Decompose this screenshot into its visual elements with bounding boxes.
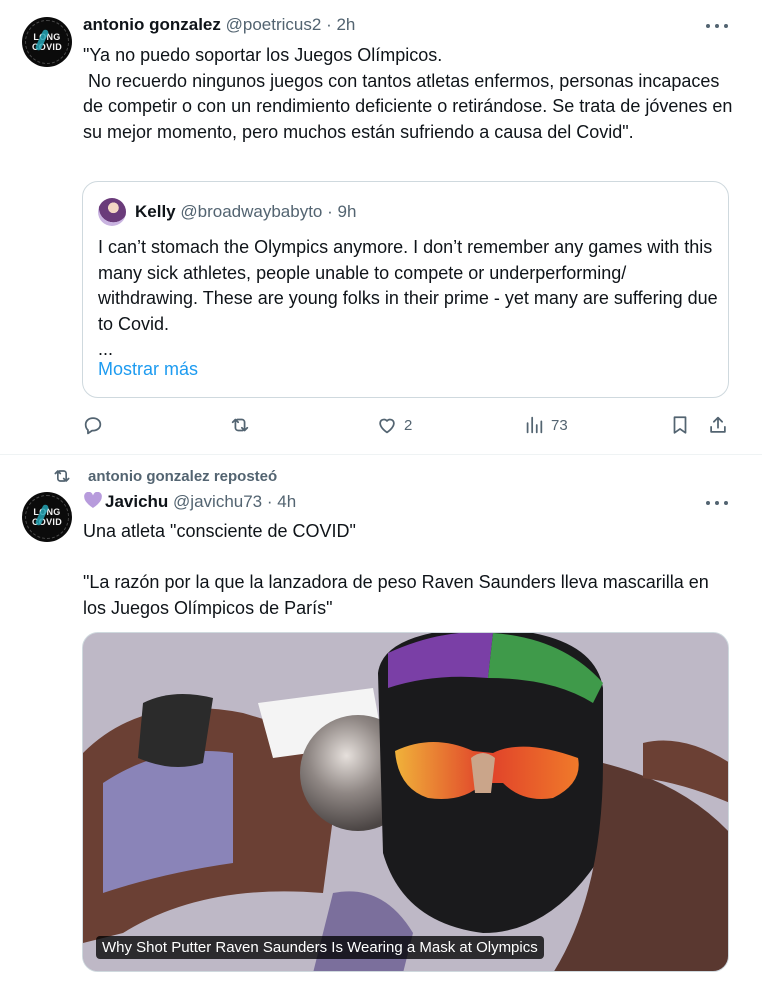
repost-indicator[interactable]: antonio gonzalez reposteó	[52, 466, 277, 486]
share-button[interactable]	[707, 414, 729, 436]
quote-timestamp[interactable]: 9h	[338, 202, 357, 221]
tweet-header: antonio gonzalez @poetricus2 · 2h	[83, 15, 355, 35]
show-more-link[interactable]: Mostrar más	[98, 359, 198, 380]
repost-label: antonio gonzalez reposteó	[88, 467, 278, 485]
more-icon[interactable]	[706, 499, 728, 507]
quoted-tweet[interactable]: Kelly @broadwaybabyto · 9h I can’t stoma…	[82, 181, 729, 398]
views-count: 73	[551, 416, 568, 434]
bookmark-icon	[673, 416, 687, 434]
repost-icon	[54, 470, 70, 482]
avatar[interactable]: LONG COVID	[22, 492, 72, 542]
like-button[interactable]: 2	[376, 414, 412, 436]
tweet-header: Javichu @javichu73 · 4h	[83, 492, 296, 512]
quote-header: Kelly @broadwaybabyto · 9h	[135, 202, 356, 222]
avatar-ring	[25, 495, 69, 539]
author-name[interactable]: antonio gonzalez	[83, 15, 221, 34]
tweet[interactable]: antonio gonzalez reposteó LONG COVID Jav…	[0, 456, 762, 984]
quote-avatar[interactable]	[98, 198, 126, 226]
athlete-photo	[83, 633, 728, 971]
tweet-text: Una atleta "consciente de COVID" "La raz…	[83, 521, 709, 618]
link-card-image[interactable]: Why Shot Putter Raven Saunders Is Wearin…	[82, 632, 729, 972]
tweet[interactable]: LONG COVID antonio gonzalez @poetricus2 …	[0, 0, 762, 455]
purple-heart-icon	[84, 492, 102, 508]
author-name[interactable]: Javichu	[105, 492, 168, 511]
separator: ·	[266, 492, 273, 511]
quote-text: I can’t stomach the Olympics anymore. I …	[98, 237, 718, 334]
action-bar: 2 73	[0, 414, 762, 438]
quote-author-handle[interactable]: @broadwaybabyto	[180, 202, 322, 221]
more-icon[interactable]	[706, 22, 728, 30]
like-icon	[379, 418, 395, 434]
bookmark-button[interactable]	[669, 414, 691, 436]
author-handle[interactable]: @javichu73	[173, 492, 262, 511]
separator: ·	[326, 15, 332, 34]
like-count: 2	[404, 416, 413, 434]
reply-button[interactable]	[82, 414, 110, 436]
tweet-text: "Ya no puedo soportar los Juegos Olímpic…	[83, 45, 733, 142]
author-handle[interactable]: @poetricus2	[226, 15, 322, 34]
timestamp[interactable]: 2h	[336, 15, 355, 34]
share-icon	[710, 416, 726, 433]
separator: ·	[327, 202, 333, 221]
link-card-caption: Why Shot Putter Raven Saunders Is Wearin…	[96, 936, 544, 959]
quote-author-name[interactable]: Kelly	[135, 202, 176, 221]
reply-icon	[84, 417, 102, 435]
repost-icon	[231, 418, 249, 432]
avatar-ring	[25, 20, 69, 64]
repost-button[interactable]	[229, 414, 257, 436]
quote-ellipsis: ...	[98, 339, 114, 359]
views-icon	[526, 416, 543, 434]
timestamp[interactable]: 4h	[277, 492, 296, 511]
views-button[interactable]: 73	[523, 414, 568, 436]
avatar[interactable]: LONG COVID	[22, 17, 72, 67]
